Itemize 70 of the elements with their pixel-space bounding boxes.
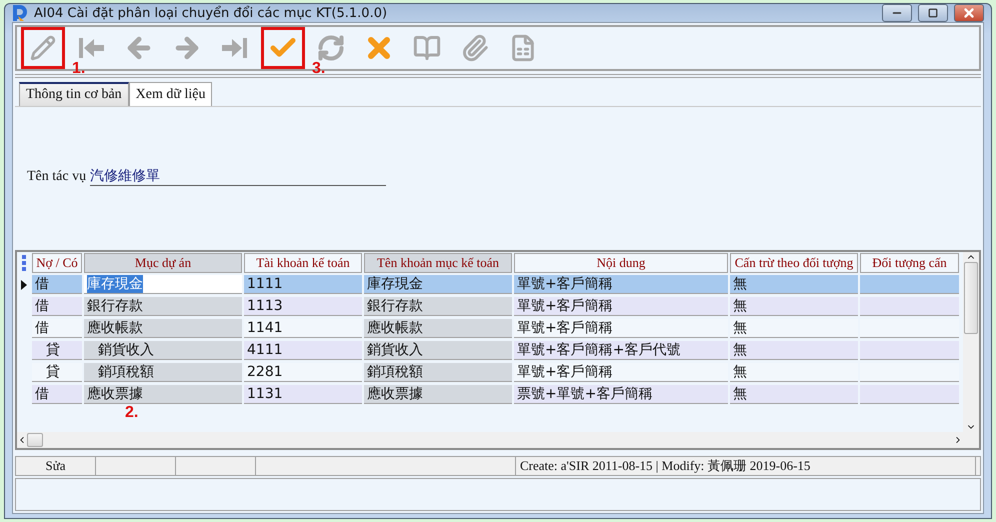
table-cell: 貸 — [32, 341, 82, 360]
table-cell: 應收票據 — [84, 385, 242, 404]
table-cell: 單號+客戶簡稱 — [514, 363, 728, 382]
table-cell: 應收帳款 — [364, 319, 512, 338]
table-cell: 無 — [730, 297, 858, 316]
table-cell: 借 — [32, 275, 82, 294]
table-cell: 庫存現金 — [84, 275, 242, 294]
callout-number: 3. — [312, 60, 326, 78]
callout-number: 1. — [72, 60, 86, 78]
table-cell: 1113 — [244, 297, 362, 316]
table-cell: 單號+客戶簡稱+客戶代號 — [514, 341, 728, 360]
column-header[interactable]: Đối tượng cấn — [860, 253, 959, 273]
callout-number: 2. — [125, 404, 138, 422]
minimize-button[interactable] — [882, 4, 912, 22]
pencil-icon — [30, 35, 56, 61]
last-record-icon — [220, 36, 250, 60]
scroll-thumb[interactable] — [964, 262, 978, 334]
table-cell: 銀行存款 — [364, 297, 512, 316]
table-cell: 無 — [730, 341, 858, 360]
task-name-field[interactable]: 汽修維修單 — [90, 167, 386, 186]
table-cell: 無 — [730, 319, 858, 338]
table-cell: 單號+客戶簡稱 — [514, 297, 728, 316]
table-cell: 2281 — [244, 363, 362, 382]
table-cell: 銷貨收入 — [84, 341, 242, 360]
table-cell: 1131 — [244, 385, 362, 404]
scroll-thumb[interactable] — [27, 433, 43, 447]
table-cell: 銀行存款 — [84, 297, 242, 316]
field-label: Tên tác vụ — [27, 168, 86, 184]
table-cell: 1141 — [244, 319, 362, 338]
table-cell: 借 — [32, 319, 82, 338]
refresh-icon — [317, 34, 345, 62]
status-info: Create: a'SIR 2011-08-15 | Modify: 黃佩珊 2019-06-15 — [516, 457, 976, 475]
window-title: AI04 Cài đặt phân loại chuyển đổi các mục KT(5.1.0.0) — [34, 6, 388, 20]
tab[interactable]: Thông tin cơ bản — [19, 82, 129, 106]
table-cell: 無 — [730, 363, 858, 382]
table-cell: 應收帳款 — [84, 319, 242, 338]
close-icon — [962, 6, 976, 20]
maximize-icon — [928, 8, 938, 18]
column-header[interactable]: Nội dung — [514, 253, 728, 273]
column-header[interactable]: Tên khoản mục kế toán — [364, 253, 512, 273]
column-header[interactable]: Cấn trừ theo đối tượng — [730, 253, 858, 273]
table-cell: 貸 — [32, 363, 82, 382]
table-cell: 無 — [730, 275, 858, 294]
vertical-scrollbar[interactable] — [963, 252, 979, 432]
table-cell: 應收票據 — [364, 385, 512, 404]
column-header[interactable]: Nợ / Có — [32, 253, 82, 273]
book-icon — [413, 34, 441, 62]
table-cell: 庫存現金 — [364, 275, 512, 294]
close-button[interactable] — [954, 4, 984, 22]
table-cell: 借 — [32, 385, 82, 404]
first-record-icon — [76, 36, 106, 60]
status-mode: Sửa — [16, 457, 96, 475]
app-logo-icon — [12, 4, 28, 22]
table-cell: 單號+客戶簡稱 — [514, 319, 728, 338]
table-cell: 票號+單號+客戶簡稱 — [514, 385, 728, 404]
table-cell: 銷項稅額 — [84, 363, 242, 382]
table-cell: 無 — [730, 385, 858, 404]
horizontal-scrollbar[interactable] — [17, 432, 979, 448]
table-cell: 4111 — [244, 341, 362, 360]
column-header[interactable]: Tài khoản kế toán — [244, 253, 362, 273]
table-cell: 單號+客戶簡稱 — [514, 275, 728, 294]
table-cell: 銷貨收入 — [364, 341, 512, 360]
table-cell: 借 — [32, 297, 82, 316]
tab[interactable]: Xem dữ liệu — [128, 82, 212, 106]
maximize-button[interactable] — [918, 4, 948, 22]
spreadsheet-file-icon — [509, 34, 537, 62]
table-cell: 銷項稅額 — [364, 363, 512, 382]
column-header[interactable]: Mục dự án — [84, 253, 242, 273]
paperclip-icon — [461, 34, 489, 62]
table-cell: 1111 — [244, 275, 362, 294]
